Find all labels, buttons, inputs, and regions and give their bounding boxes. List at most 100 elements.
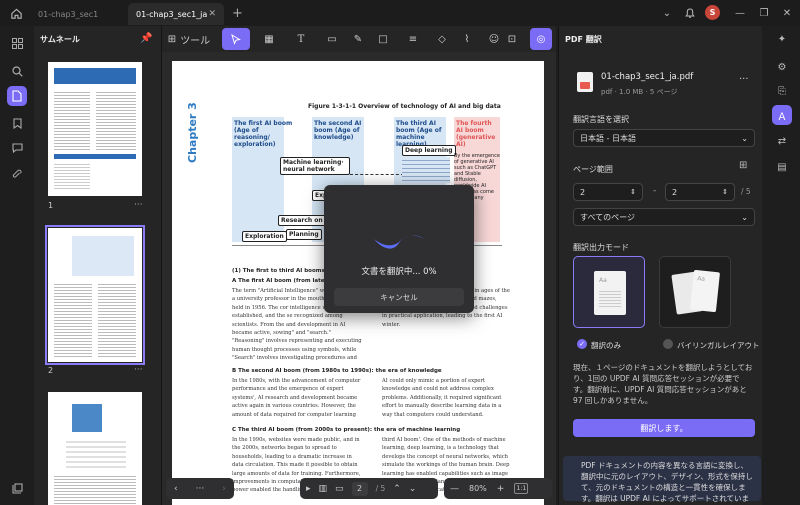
body-paragraph: In the 1980s, with the advancement of co… [232, 378, 361, 418]
maximize-icon[interactable]: ❐ [755, 5, 773, 21]
more-icon[interactable]: ··· [134, 200, 143, 210]
page-subset-select[interactable]: すべてのページ ⌄ [573, 208, 755, 226]
progress-label: 文書を翻訳中... 0% [361, 267, 437, 277]
panel-title: PDF 翻訳 [565, 35, 602, 44]
output-mode-label: 翻訳出力モード [573, 243, 629, 252]
tools-button[interactable]: ⊞ ツール [166, 28, 212, 50]
stepper-icon[interactable]: ⇕ [722, 188, 728, 196]
zoom-out-icon[interactable]: — [450, 484, 459, 494]
translate-icon[interactable]: Ａ [772, 105, 792, 125]
first-page-icon[interactable]: ⌃ [393, 484, 401, 494]
new-tab-button[interactable]: + [232, 6, 243, 21]
bell-icon[interactable] [681, 5, 699, 21]
properties-icon[interactable]: ⚙ [772, 57, 792, 77]
language-label: 翻訳言語を選択 [573, 115, 629, 124]
page-range-add-icon[interactable]: ⊞ [739, 160, 747, 171]
era-label: The second AI boom (Age of knowledge) [314, 120, 362, 141]
presentation-icon[interactable]: ▭ [335, 484, 344, 494]
page-preview-icon: Aa [594, 271, 626, 315]
cancel-button[interactable]: キャンセル [334, 288, 464, 306]
range-from-input[interactable]: 2 ⇕ [573, 183, 643, 201]
attachment-icon[interactable] [7, 164, 27, 184]
fit-page-icon[interactable]: 1:1 [514, 483, 529, 494]
ai-assistant-button[interactable]: ◎ [530, 28, 552, 50]
ocr-icon[interactable]: ⎘ [772, 81, 792, 101]
language-select[interactable]: 日本語 - 日本語 ⌄ [573, 129, 755, 147]
sticker-tool-button[interactable]: ☺ [484, 28, 504, 50]
panel-toggle-icon[interactable]: ▸ [306, 484, 311, 494]
thumbnail-number: 1 [48, 201, 54, 210]
highlight-tool-button[interactable]: ✎ [348, 28, 368, 50]
stepper-icon[interactable]: ⇕ [630, 188, 636, 196]
layout-option-bilingual[interactable]: Aa [659, 256, 731, 328]
diagram-box: Machine learning· neural network [280, 157, 350, 175]
text-tool-button[interactable]: T [290, 28, 312, 50]
language-value: 日本語 - 日本語 [580, 133, 636, 143]
thumbnails-panel: サムネール 📌 1 ··· 2 ··· [34, 26, 162, 505]
align-tool-button[interactable]: ≡ [402, 28, 424, 50]
tab-file-1[interactable]: 01-chap3_sec1 [30, 3, 126, 25]
more-options-button[interactable]: ··· [196, 484, 205, 494]
cursor-icon [231, 33, 241, 45]
chevron-right-icon[interactable]: › [222, 484, 226, 494]
range-to-input[interactable]: 2 ⇕ [665, 183, 735, 201]
layers-icon[interactable] [7, 478, 27, 498]
comment-tool-button[interactable]: ▭ [322, 28, 342, 50]
last-page-icon[interactable]: ⌄ [409, 484, 417, 494]
zoom-level[interactable]: 80% [469, 484, 487, 493]
thumbnail-page-1[interactable] [48, 62, 142, 196]
save-tool-button[interactable]: ⊡ [502, 28, 522, 50]
range-separator: - [653, 186, 657, 196]
book-icon[interactable]: ▤ [772, 157, 792, 177]
diagram-box: Exploration [242, 231, 287, 242]
translation-progress-dialog: 文書を翻訳中... 0% キャンセル [324, 185, 474, 313]
tab-label: 01-chap3_sec1_ja [136, 9, 208, 19]
home-icon[interactable] [6, 4, 26, 22]
minimize-icon[interactable]: — [731, 5, 749, 21]
more-icon[interactable]: ··· [739, 74, 749, 85]
select-tool-button[interactable] [222, 28, 250, 50]
file-name: 01-chap3_sec1_ja.pdf [601, 72, 694, 82]
search-icon[interactable] [7, 61, 27, 81]
file-meta: pdf · 1.0 MB · 5 ページ [601, 88, 678, 96]
diagram-box: Deep learning [402, 145, 456, 156]
convert-icon[interactable]: ⇄ [772, 131, 792, 151]
figure-title: Figure 1-3-1-1 Overview of technology of… [308, 103, 501, 110]
translate-button[interactable]: 翻訳します。 [573, 419, 755, 437]
era-label: The third AI boom (Age of machine learni… [396, 120, 442, 148]
layout-option-translation-only[interactable]: Aa [573, 256, 645, 328]
bookmark-icon[interactable] [7, 113, 27, 133]
grid-icon[interactable] [7, 33, 27, 53]
close-tab-icon[interactable]: ✕ [208, 9, 216, 19]
more-icon[interactable]: ··· [134, 365, 143, 375]
era-label: The fourth AI boom (generative AI) [456, 120, 496, 148]
zoom-in-icon[interactable]: + [497, 484, 505, 494]
chevron-down-icon: ⌄ [741, 133, 748, 143]
edit-tool-button[interactable]: ▦ [258, 28, 280, 50]
radio-checked-icon[interactable]: ✓ [577, 339, 587, 349]
thumbnail-page-2[interactable] [45, 225, 145, 365]
close-window-icon[interactable]: ✕ [778, 5, 796, 21]
layout-option-label: バイリンガルレイアウト [677, 341, 760, 350]
tab-label: 01-chap3_sec1 [38, 9, 99, 19]
page-thumbnail-icon[interactable] [7, 86, 27, 106]
translation-notice: PDF ドキュメントの内容を異なる言語に変換し、翻訳中に元のレイアウト、デザイン… [563, 456, 761, 503]
file-card: 01-chap3_sec1_ja.pdf pdf · 1.0 MB · 5 ペー… [571, 68, 751, 102]
chevron-down-icon[interactable]: ⌄ [658, 5, 676, 21]
thumbnail-page-3[interactable] [48, 392, 142, 505]
translation-panel: PDF 翻訳 01-chap3_sec1_ja.pdf pdf · 1.0 MB… [558, 26, 762, 505]
avatar[interactable]: S [705, 5, 720, 20]
range-from-value: 2 [580, 187, 586, 197]
comment-icon[interactable] [7, 138, 27, 158]
eraser-tool-button[interactable]: ◇ [432, 28, 452, 50]
pin-icon[interactable]: 📌 [140, 33, 152, 44]
shape-tool-button[interactable]: □ [372, 28, 394, 50]
two-page-view-icon[interactable]: ▥ [319, 484, 328, 494]
chevron-left-icon[interactable]: ‹ [174, 484, 178, 494]
tools-label: ツール [180, 35, 211, 47]
ai-chat-icon[interactable]: ✦ [772, 29, 792, 49]
radio-unchecked-icon[interactable] [663, 339, 673, 349]
attach-tool-button[interactable]: ⌇ [457, 28, 477, 50]
page-number-input[interactable]: 2 [351, 481, 368, 496]
tab-file-2[interactable]: 01-chap3_sec1_ja ✕ [128, 3, 224, 25]
